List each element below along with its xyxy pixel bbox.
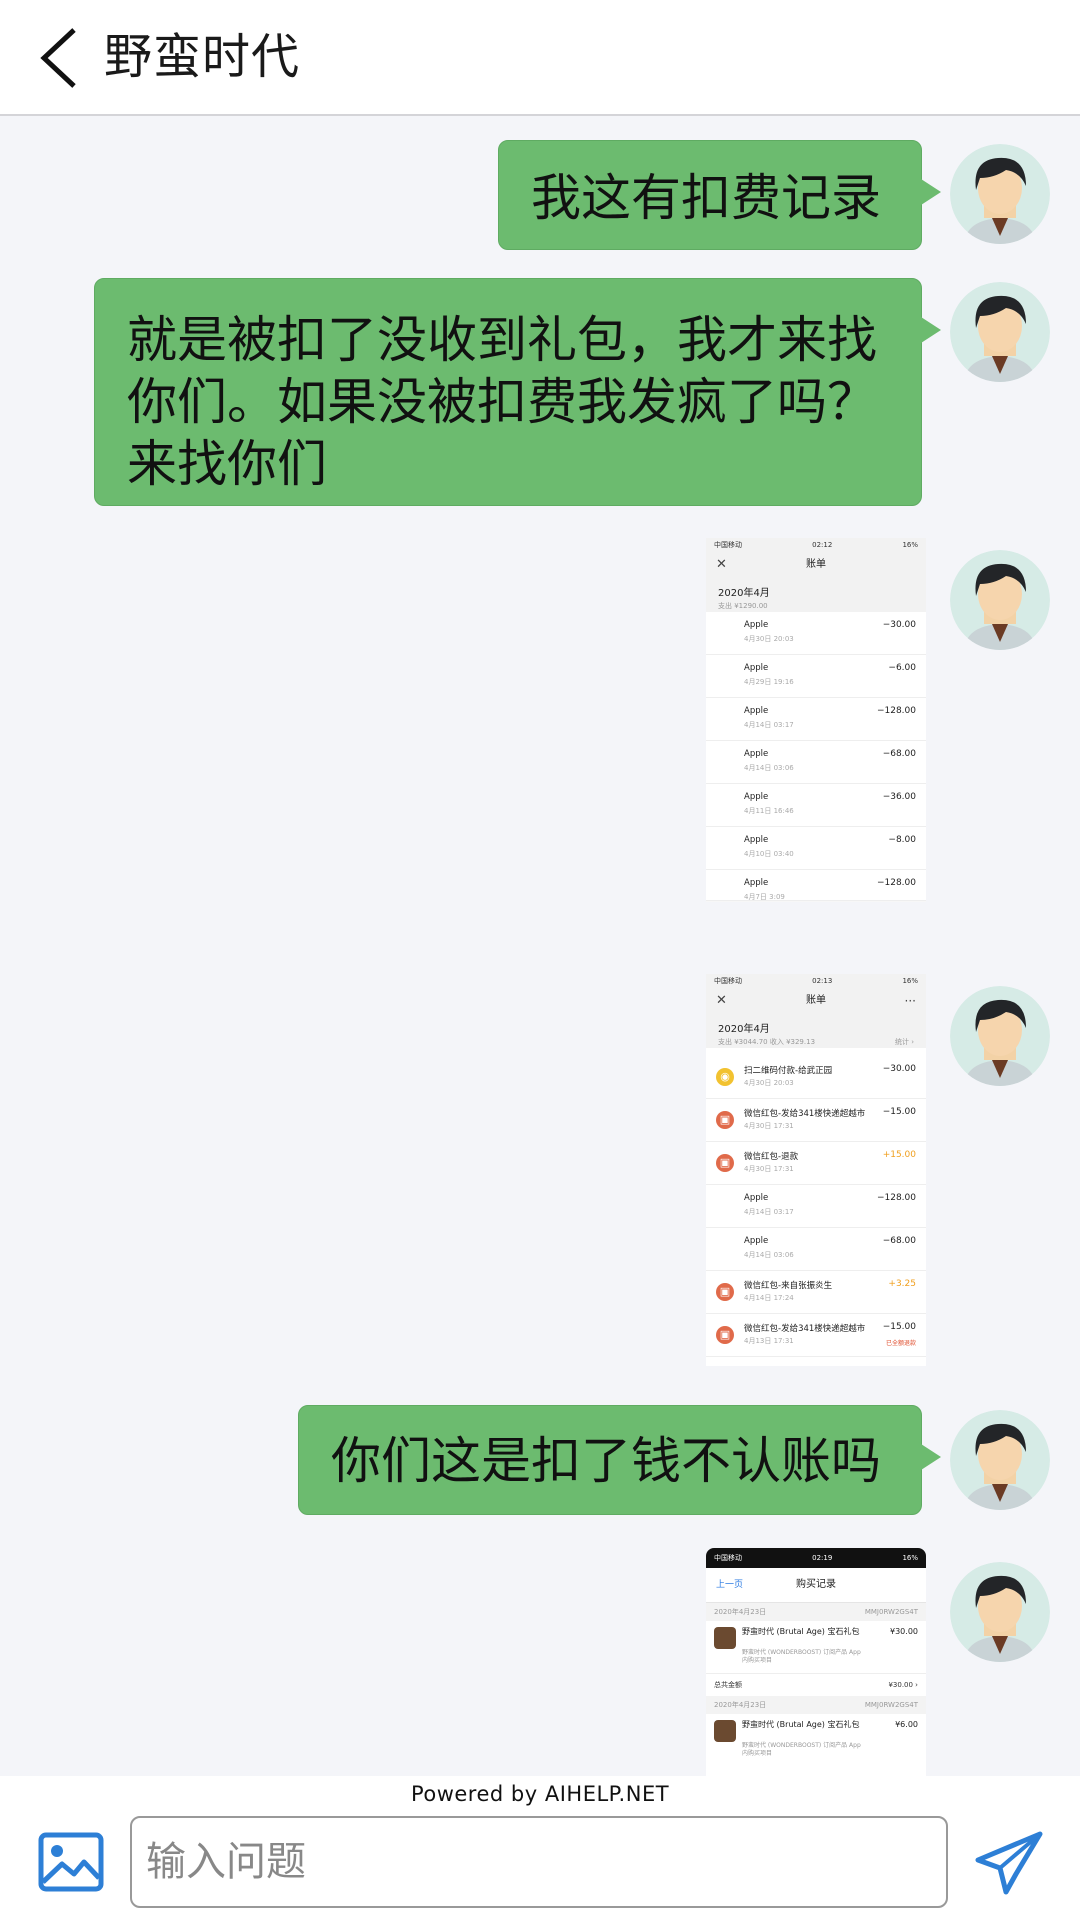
apple-icon: [716, 796, 734, 814]
red-packet-icon: ▣: [716, 1111, 734, 1129]
purchase-date: 2020年4月23日 MMJ0RW2GS4T: [706, 1696, 926, 1714]
image-message[interactable]: 中国移动 02:19 16% 上一页 购买记录 2020年4月23日 MMJ0RW2GS…: [706, 1548, 926, 1776]
avatar: [950, 1562, 1050, 1662]
month-summary: 2020年4月 支出 ¥1290.00: [706, 578, 926, 612]
message-text: 我这有扣费记录: [531, 169, 881, 227]
message-text: 就是被扣了没收到礼包，我才来找你们。如果没被扣费我发疯了吗？来找你们: [127, 311, 877, 493]
bill-row: ▣ 微信红包-发给341楼快递超越市 4月30日 17:31 −15.00: [706, 1099, 926, 1142]
message-input[interactable]: 输入问题: [130, 1816, 948, 1908]
bill-row: ◉ 扫二维码付款-给武正园 4月30日 20:03 −30.00: [706, 1056, 926, 1099]
avatar: [950, 1410, 1050, 1510]
image-icon[interactable]: [38, 1832, 104, 1892]
bill-row: Apple 4月30日 20:03 −30.00: [706, 612, 926, 655]
message-text: 你们这是扣了钱不认账吗: [331, 1432, 881, 1490]
send-icon[interactable]: [974, 1830, 1044, 1896]
screenshot-nav: ✕ 账单 ···: [706, 988, 926, 1014]
message-bubble: 你们这是扣了钱不认账吗: [298, 1405, 941, 1515]
header: 野蛮时代: [0, 0, 1080, 116]
red-packet-icon: ▣: [716, 1283, 734, 1301]
avatar: [950, 550, 1050, 650]
avatar: [950, 986, 1050, 1086]
month-summary: 2020年4月 支出 ¥3044.70 收入 ¥329.13 统计 ›: [706, 1014, 926, 1048]
apple-icon: [716, 624, 734, 642]
close-icon: ✕: [716, 993, 727, 1008]
chevron-left-icon[interactable]: [36, 26, 86, 90]
red-packet-icon: ▣: [716, 1326, 734, 1344]
apple-icon: [716, 710, 734, 728]
bill-row: Apple 4月14日 03:06 −68.00: [706, 1228, 926, 1271]
game-thumbnail: [714, 1627, 736, 1649]
apple-icon: [716, 1197, 734, 1215]
avatar: [950, 144, 1050, 244]
avatar: [950, 282, 1050, 382]
purchase-item: 野蛮时代 (Brutal Age) 宝石礼包 野蛮时代 (WONDERBOOST)…: [706, 1714, 926, 1766]
bill-row: Apple 4月29日 19:16 −6.00: [706, 655, 926, 698]
image-message[interactable]: 中国移动 02:13 16% ✕ 账单 ··· 2020年4月 支出 ¥3044.70 收…: [706, 974, 926, 1366]
game-thumbnail: [714, 1720, 736, 1742]
bill-row: Apple 4月7日 3:09 −128.00: [706, 870, 926, 901]
bill-row: Apple 4月14日 03:17 −128.00: [706, 1185, 926, 1228]
red-packet-icon: ▣: [716, 1154, 734, 1172]
wallet-icon: ◉: [716, 1068, 734, 1086]
screenshot-nav: 上一页 购买记录: [706, 1568, 926, 1603]
powered-by: Powered by AIHELP.NET: [410, 1782, 670, 1806]
bill-row: Apple 4月10日 03:40 −8.00: [706, 827, 926, 870]
bill-row: ▣ 微信红包-来自张振炎生 4月14日 17:24 +3.25: [706, 1271, 926, 1314]
message-bubble: 就是被扣了没收到礼包，我才来找你们。如果没被扣费我发疯了吗？来找你们: [94, 278, 941, 506]
screenshot-nav: ✕ 账单: [706, 552, 926, 578]
status-bar: 中国移动 02:13 16%: [706, 974, 926, 988]
bill-row: Apple 4月14日 03:17 −128.00: [706, 698, 926, 741]
apple-icon: [716, 839, 734, 857]
bill-row: ▣ 微信红包-退款 4月30日 17:31 +15.00: [706, 1142, 926, 1185]
status-bar: 中国移动 02:12 16%: [706, 538, 926, 552]
image-message[interactable]: 中国移动 02:12 16% ✕ 账单 2020年4月 支出 ¥1290.00 Appl…: [706, 538, 926, 902]
apple-icon: [716, 753, 734, 771]
bill-row: ▣ 微信红包-发给341楼快递超越市 4月13日 17:31 −15.00 已全额退款: [706, 1314, 926, 1357]
purchase-total: 总共金额 ¥30.00 ›: [706, 1673, 926, 1696]
more-icon: ···: [904, 994, 916, 1008]
bill-row: Apple 4月14日 03:06 −68.00: [706, 741, 926, 784]
purchase-date: 2020年4月23日 MMJ0RW2GS4T: [706, 1603, 926, 1621]
apple-icon: [716, 882, 734, 900]
message-bubble: 我这有扣费记录: [498, 140, 941, 250]
apple-icon: [716, 1240, 734, 1258]
apple-icon: [716, 667, 734, 685]
input-bar: Powered by AIHELP.NET 输入问题: [0, 1776, 1080, 1920]
screenshot-pager: ‹›: [706, 901, 926, 902]
purchase-item: 野蛮时代 (Brutal Age) 宝石礼包 野蛮时代 (WONDERBOOST)…: [706, 1621, 926, 1673]
close-icon: ✕: [716, 557, 727, 572]
bill-row: Apple 4月11日 16:46 −36.00: [706, 784, 926, 827]
page-title: 野蛮时代: [104, 29, 301, 85]
status-bar: 中国移动 02:19 16%: [706, 1548, 926, 1568]
